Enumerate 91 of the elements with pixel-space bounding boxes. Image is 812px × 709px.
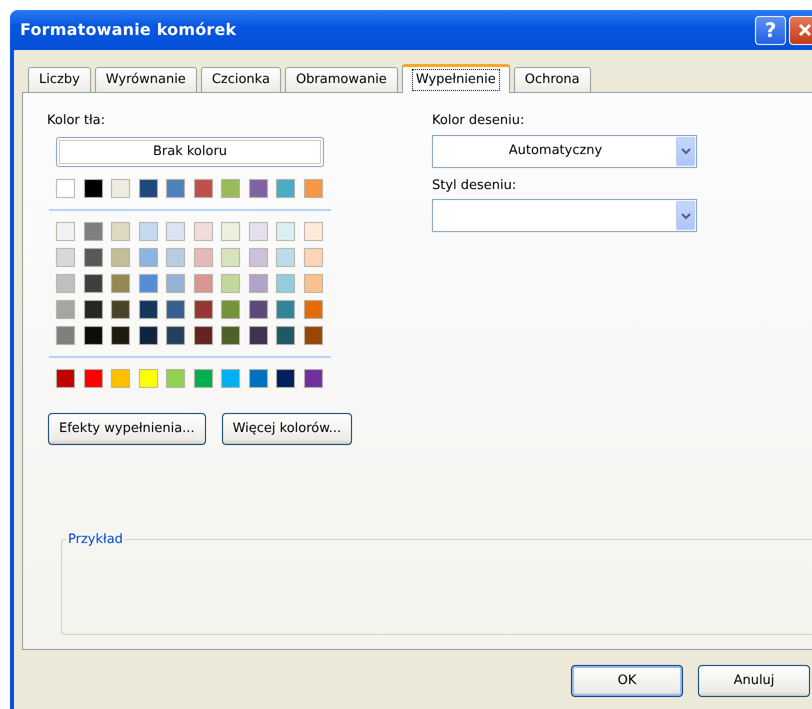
color-swatch[interactable] xyxy=(304,274,322,292)
color-swatch[interactable] xyxy=(304,178,322,198)
color-swatch[interactable] xyxy=(56,300,75,318)
color-swatch[interactable] xyxy=(138,274,158,292)
color-swatch[interactable] xyxy=(111,326,130,344)
color-swatch[interactable] xyxy=(56,326,75,344)
pattern-style-label: Styl deseniu: xyxy=(432,176,518,194)
color-swatch[interactable] xyxy=(56,248,75,266)
color-swatch[interactable] xyxy=(84,368,102,388)
color-swatch[interactable] xyxy=(138,300,158,318)
tab[interactable]: Ochrona xyxy=(514,67,591,92)
color-swatch[interactable] xyxy=(221,326,240,344)
color-swatch[interactable] xyxy=(276,222,295,240)
color-swatch[interactable] xyxy=(248,178,268,198)
color-swatch[interactable] xyxy=(138,326,158,344)
color-swatch[interactable] xyxy=(84,222,102,240)
tab[interactable]: Wypełnienie xyxy=(402,64,510,93)
color-swatch[interactable] xyxy=(304,368,322,388)
color-swatch[interactable] xyxy=(166,274,185,292)
sample-legend: Przykład xyxy=(66,532,125,546)
color-swatch[interactable] xyxy=(276,368,295,388)
color-swatch[interactable] xyxy=(138,248,158,266)
background-color-label: Kolor tła: xyxy=(47,112,106,130)
color-swatch[interactable] xyxy=(221,300,240,318)
color-swatch[interactable] xyxy=(56,178,75,198)
color-swatch[interactable] xyxy=(111,222,130,240)
color-swatch[interactable] xyxy=(194,222,212,240)
close-icon xyxy=(796,22,812,38)
color-swatch[interactable] xyxy=(304,248,322,266)
color-swatch[interactable] xyxy=(221,178,240,198)
color-swatch[interactable] xyxy=(248,368,268,388)
ok-button[interactable]: OK xyxy=(571,665,683,697)
color-swatch[interactable] xyxy=(276,248,295,266)
color-swatch[interactable] xyxy=(221,368,240,388)
color-swatch[interactable] xyxy=(304,326,322,344)
color-swatch[interactable] xyxy=(111,248,130,266)
window-title: Formatowanie komórek xyxy=(20,19,236,41)
color-swatch[interactable] xyxy=(111,178,130,198)
color-swatch[interactable] xyxy=(221,274,240,292)
color-swatch[interactable] xyxy=(111,300,130,318)
color-swatch[interactable] xyxy=(56,368,75,388)
tab[interactable]: Obramowanie xyxy=(284,67,398,92)
color-swatch[interactable] xyxy=(56,274,75,292)
color-swatch[interactable] xyxy=(166,300,185,318)
color-swatch[interactable] xyxy=(194,326,212,344)
pattern-color-label: Kolor deseniu: xyxy=(432,112,526,130)
color-swatch[interactable] xyxy=(194,178,212,198)
color-swatch[interactable] xyxy=(166,248,185,266)
help-button[interactable]: ? xyxy=(755,16,786,44)
color-swatch[interactable] xyxy=(304,222,322,240)
color-swatch[interactable] xyxy=(276,326,295,344)
color-swatch[interactable] xyxy=(166,368,185,388)
pattern-color-dropdown[interactable]: Automatyczny xyxy=(432,134,697,168)
color-swatch[interactable] xyxy=(248,300,268,318)
pattern-style-dropdown[interactable] xyxy=(432,199,697,232)
color-swatch[interactable] xyxy=(138,368,158,388)
color-swatch[interactable] xyxy=(276,300,295,318)
more-colors-button[interactable]: Więcej kolorów... xyxy=(222,412,352,444)
no-color-button[interactable]: Brak koloru xyxy=(56,136,324,166)
color-swatch[interactable] xyxy=(221,222,240,240)
color-swatch[interactable] xyxy=(276,178,295,198)
color-swatch[interactable] xyxy=(84,248,102,266)
color-swatch[interactable] xyxy=(166,178,185,198)
color-swatch[interactable] xyxy=(138,222,158,240)
color-swatch[interactable] xyxy=(166,222,185,240)
color-swatch[interactable] xyxy=(84,300,102,318)
color-swatch[interactable] xyxy=(194,368,212,388)
color-swatch[interactable] xyxy=(194,300,212,318)
color-swatch[interactable] xyxy=(248,274,268,292)
tab[interactable]: Czcionka xyxy=(200,67,281,92)
color-swatch[interactable] xyxy=(276,274,295,292)
color-swatch[interactable] xyxy=(111,274,130,292)
fill-effects-button[interactable]: Efekty wypełnienia... xyxy=(48,412,206,444)
color-swatch[interactable] xyxy=(194,248,212,266)
color-swatch[interactable] xyxy=(221,248,240,266)
color-swatch[interactable] xyxy=(166,326,185,344)
color-swatch[interactable] xyxy=(84,326,102,344)
color-swatch[interactable] xyxy=(84,274,102,292)
color-swatch[interactable] xyxy=(84,178,102,198)
color-swatch[interactable] xyxy=(248,222,268,240)
cancel-button[interactable]: Anuluj xyxy=(698,665,810,697)
color-swatch[interactable] xyxy=(138,178,158,198)
color-swatch[interactable] xyxy=(248,326,268,344)
tab[interactable]: Wyrównanie xyxy=(94,67,197,92)
tab[interactable]: Liczby xyxy=(28,67,91,92)
color-swatch[interactable] xyxy=(111,368,130,388)
color-swatch[interactable] xyxy=(304,300,322,318)
color-swatch[interactable] xyxy=(248,248,268,266)
color-swatch[interactable] xyxy=(194,274,212,292)
close-button[interactable] xyxy=(789,16,812,44)
color-swatch[interactable] xyxy=(56,222,75,240)
